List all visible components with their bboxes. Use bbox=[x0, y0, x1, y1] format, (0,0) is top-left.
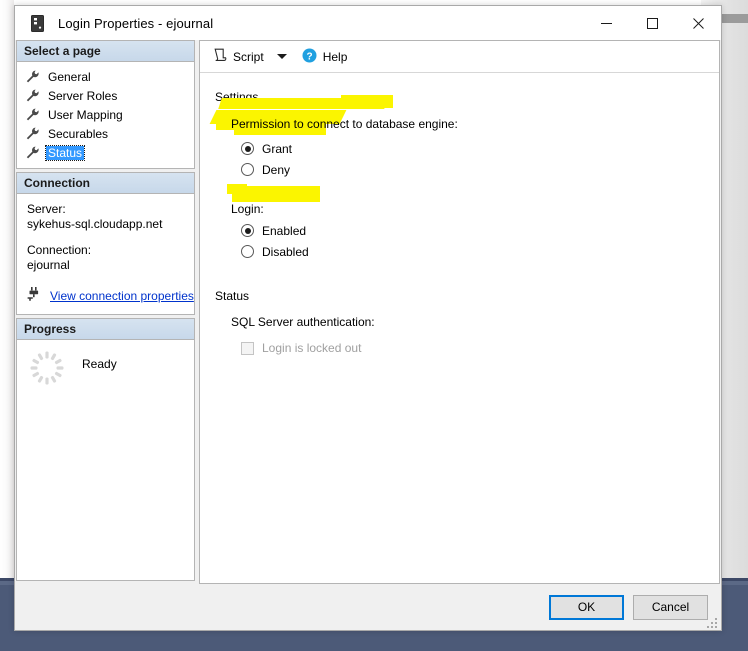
wrench-icon bbox=[26, 108, 40, 121]
select-page-header: Select a page bbox=[17, 41, 194, 62]
view-connection-properties-link[interactable]: View connection properties bbox=[50, 289, 194, 303]
chevron-down-icon[interactable] bbox=[276, 54, 287, 59]
toolbar: Script ? Help bbox=[200, 41, 719, 73]
select-page-panel: Select a page General Server Roles User … bbox=[16, 40, 195, 169]
wrench-icon bbox=[26, 127, 40, 140]
spinner-icon bbox=[29, 350, 65, 386]
connection-panel: Connection Server: sykehus-sql.cloudapp.… bbox=[16, 172, 195, 315]
close-button[interactable] bbox=[675, 6, 721, 40]
radio-label: Grant bbox=[262, 141, 293, 156]
page-list: General Server Roles User Mapping Secura… bbox=[17, 62, 194, 168]
script-icon bbox=[213, 48, 227, 65]
login-option-disabled[interactable]: Disabled bbox=[241, 241, 719, 262]
right-column: Script ? Help Settings Permission to con… bbox=[199, 40, 720, 584]
status-section-title: Status bbox=[215, 289, 250, 303]
radio-disabled[interactable] bbox=[241, 245, 254, 258]
sidebar-item-label: General bbox=[48, 69, 91, 84]
help-circle-icon: ? bbox=[302, 48, 317, 66]
radio-label: Disabled bbox=[262, 244, 309, 259]
sidebar-item-label: User Mapping bbox=[48, 107, 123, 122]
sidebar-item-label: Server Roles bbox=[48, 88, 118, 103]
connection-header: Connection bbox=[17, 173, 194, 194]
sidebar-item-server-roles[interactable]: Server Roles bbox=[17, 86, 194, 105]
radio-deny[interactable] bbox=[241, 163, 254, 176]
wrench-icon bbox=[26, 70, 40, 83]
sidebar-item-label: Status bbox=[44, 144, 86, 161]
sidebar-item-general[interactable]: General bbox=[17, 67, 194, 86]
radio-grant[interactable] bbox=[241, 142, 254, 155]
progress-header: Progress bbox=[17, 319, 194, 340]
server-value: sykehus-sql.cloudapp.net bbox=[27, 217, 163, 231]
permission-option-deny[interactable]: Deny bbox=[241, 159, 719, 180]
permission-option-grant[interactable]: Grant bbox=[241, 138, 719, 159]
background-left-edge bbox=[0, 0, 14, 581]
ok-button[interactable]: OK bbox=[549, 594, 624, 620]
sidebar-item-label: Securables bbox=[48, 126, 109, 141]
help-label: Help bbox=[322, 49, 348, 64]
progress-body: Ready bbox=[17, 340, 194, 386]
help-button[interactable]: ? Help bbox=[298, 46, 352, 68]
wrench-icon bbox=[26, 146, 40, 159]
radio-enabled[interactable] bbox=[241, 224, 254, 237]
window-controls bbox=[583, 6, 721, 40]
svg-text:?: ? bbox=[306, 51, 312, 62]
minimize-button[interactable] bbox=[583, 6, 629, 40]
maximize-button[interactable] bbox=[629, 6, 675, 40]
script-label: Script bbox=[233, 49, 264, 64]
radio-label: Enabled bbox=[262, 223, 307, 238]
connection-value: ejournal bbox=[27, 258, 70, 272]
settings-section-title: Settings bbox=[215, 90, 259, 104]
sql-auth-label: SQL Server authentication: bbox=[231, 315, 375, 329]
server-icon bbox=[31, 14, 44, 32]
connection-details: Server: sykehus-sql.cloudapp.net Connect… bbox=[17, 194, 194, 313]
checkbox-label: Login is locked out bbox=[262, 341, 362, 355]
resize-grip[interactable] bbox=[707, 616, 718, 628]
left-column: Select a page General Server Roles User … bbox=[16, 40, 195, 584]
dialog-body: Select a page General Server Roles User … bbox=[15, 40, 721, 584]
cancel-button[interactable]: Cancel bbox=[633, 594, 708, 620]
sidebar-item-securables[interactable]: Securables bbox=[17, 124, 194, 143]
progress-status: Ready bbox=[82, 357, 117, 371]
login-properties-dialog: Login Properties - ejournal Select a pag… bbox=[14, 5, 722, 631]
login-label: Login: bbox=[231, 202, 264, 216]
script-button[interactable]: Script bbox=[209, 46, 268, 68]
title-bar[interactable]: Login Properties - ejournal bbox=[15, 6, 721, 40]
progress-panel: Progress Ready bbox=[16, 318, 195, 581]
permission-label: Permission to connect to database engine… bbox=[231, 117, 458, 131]
view-connection-properties-row[interactable]: View connection properties bbox=[27, 287, 194, 304]
login-locked-out-row: Login is locked out bbox=[241, 338, 719, 358]
connection-label: Connection: bbox=[27, 243, 92, 257]
dialog-footer: OK Cancel bbox=[15, 584, 721, 630]
wrench-icon bbox=[26, 89, 40, 102]
sidebar-item-status[interactable]: Status bbox=[17, 143, 194, 162]
window-title: Login Properties - ejournal bbox=[58, 15, 214, 31]
plug-icon bbox=[27, 287, 42, 304]
server-label: Server: bbox=[27, 202, 66, 216]
login-option-enabled[interactable]: Enabled bbox=[241, 220, 719, 241]
radio-label: Deny bbox=[262, 162, 291, 177]
settings-content: Settings Permission to connect to databa… bbox=[200, 73, 719, 583]
sidebar-item-user-mapping[interactable]: User Mapping bbox=[17, 105, 194, 124]
checkbox-login-locked-out bbox=[241, 341, 254, 355]
